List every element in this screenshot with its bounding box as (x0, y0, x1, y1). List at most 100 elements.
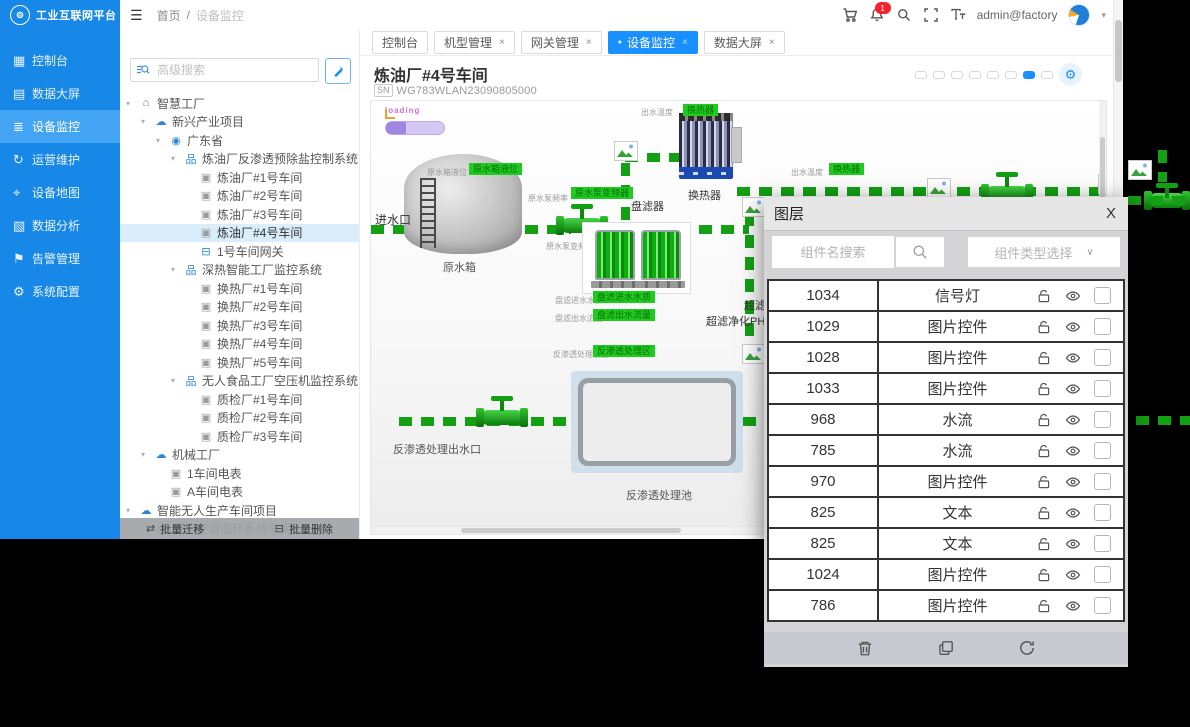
layer-checkbox[interactable] (1094, 566, 1111, 583)
tree-node[interactable]: ▾ ▣ 换热厂#4号车间 (120, 335, 359, 354)
unlock-icon[interactable] (1036, 505, 1052, 521)
tree-node[interactable]: ▾ ▣ 质检厂#3号车间 (120, 427, 359, 446)
tree-node[interactable]: ▾ ☁ 机械工厂 (120, 446, 359, 465)
tree-node[interactable]: ▾ ☁ 新兴产业项目 (120, 113, 359, 132)
tree-node[interactable]: ▾ ☁ 智能无人生产车间项目 (120, 501, 359, 520)
layer-checkbox[interactable] (1094, 535, 1111, 552)
nav-tab[interactable]: 网关管理 × (521, 31, 602, 54)
device-tab-button[interactable] (933, 71, 945, 79)
cart-icon[interactable] (842, 7, 858, 23)
tree-node[interactable]: ▾ ▣ 换热厂#2号车间 (120, 298, 359, 317)
collapse-menu-icon[interactable]: ☰ (130, 7, 143, 24)
nav-tab[interactable]: ● 设备监控 × (608, 31, 698, 54)
layer-checkbox[interactable] (1094, 411, 1111, 428)
tree-node[interactable]: ▾ ▣ 换热厂#5号车间 (120, 353, 359, 372)
sidebar-item[interactable]: ▧ 数据分析 (0, 209, 120, 242)
unlock-icon[interactable] (1036, 598, 1052, 614)
tree-node[interactable]: ▾ ▣ 质检厂#1号车间 (120, 390, 359, 409)
layer-row[interactable]: 1029 图片控件 (769, 312, 1123, 343)
tree-node[interactable]: ▾ 品 深热智能工厂监控系统 (120, 261, 359, 280)
nav-tab[interactable]: 机型管理 × (434, 31, 515, 54)
device-tab-button[interactable] (969, 71, 981, 79)
sidebar-item[interactable]: ⌖ 设备地图 (0, 176, 120, 209)
notification-bell[interactable]: 1 (869, 7, 885, 23)
layer-checkbox[interactable] (1094, 442, 1111, 459)
sidebar-item[interactable]: ⚙ 系统配置 (0, 275, 120, 308)
tree-node[interactable]: ▾ ▣ 1车间电表 (120, 464, 359, 483)
tab-close-icon[interactable]: × (586, 37, 592, 48)
tree-node[interactable]: ▾ ▣ 炼油厂#3号车间 (120, 205, 359, 224)
scada-settings-button[interactable]: ⚙ (1059, 63, 1082, 86)
layer-row[interactable]: 786 图片控件 (769, 591, 1123, 622)
tree-caret-icon[interactable]: ▾ (171, 376, 183, 385)
unlock-icon[interactable] (1036, 567, 1052, 583)
unlock-icon[interactable] (1036, 350, 1052, 366)
layers-panel-header[interactable]: 图层 X (764, 197, 1128, 231)
tree-caret-icon[interactable]: ▾ (171, 154, 183, 163)
eye-icon[interactable] (1065, 381, 1081, 397)
layer-checkbox[interactable] (1094, 318, 1111, 335)
eye-icon[interactable] (1065, 443, 1081, 459)
device-tab-button[interactable] (915, 71, 927, 79)
tree-caret-icon[interactable]: ▾ (141, 117, 153, 126)
user-avatar[interactable] (1068, 4, 1090, 26)
layer-row[interactable]: 1028 图片控件 (769, 343, 1123, 374)
eye-icon[interactable] (1065, 474, 1081, 490)
layer-checkbox[interactable] (1094, 597, 1111, 614)
eye-icon[interactable] (1065, 567, 1081, 583)
tree-node[interactable]: ▾ ▣ 炼油厂#4号车间 (120, 224, 359, 243)
layer-row[interactable]: 825 文本 (769, 529, 1123, 560)
unlock-icon[interactable] (1036, 474, 1052, 490)
layer-row[interactable]: 825 文本 (769, 498, 1123, 529)
layer-checkbox[interactable] (1094, 473, 1111, 490)
tree-caret-icon[interactable]: ▾ (156, 136, 168, 145)
tree-search-input[interactable] (130, 58, 319, 82)
layer-checkbox[interactable] (1094, 504, 1111, 521)
layer-row[interactable]: 785 水流 (769, 436, 1123, 467)
tree-node[interactable]: ▾ ⊟ 1号车间网关 (120, 242, 359, 261)
user-menu-caret-icon[interactable]: ▾ (1101, 10, 1106, 21)
sidebar-item[interactable]: ⚑ 告警管理 (0, 242, 120, 275)
fullscreen-icon[interactable] (923, 7, 939, 23)
unlock-icon[interactable] (1036, 412, 1052, 428)
search-icon[interactable] (896, 7, 912, 23)
device-tab-button[interactable] (951, 71, 963, 79)
sidebar-item[interactable]: ↻ 运营维护 (0, 143, 120, 176)
device-tab-button[interactable] (1005, 71, 1017, 79)
tree-caret-icon[interactable]: ▾ (126, 99, 138, 108)
close-icon[interactable]: X (1106, 205, 1116, 222)
layer-row[interactable]: 970 图片控件 (769, 467, 1123, 498)
layer-row[interactable]: 968 水流 (769, 405, 1123, 436)
batch-migrate-button[interactable]: ⇄ 批量迁移 (146, 521, 204, 537)
copy-icon[interactable] (937, 639, 955, 657)
sidebar-item[interactable]: ≣ 设备监控 (0, 110, 120, 143)
tree-edit-button[interactable] (325, 58, 351, 84)
tree-caret-icon[interactable]: ▾ (126, 506, 138, 515)
nav-tab[interactable]: 数据大屏 × (704, 31, 785, 54)
sidebar-item[interactable]: ▦ 控制台 (0, 44, 120, 77)
unlock-icon[interactable] (1036, 319, 1052, 335)
nav-tab[interactable]: 控制台 (372, 31, 428, 54)
unlock-icon[interactable] (1036, 381, 1052, 397)
tree-node[interactable]: ▾ ▣ 换热厂#1号车间 (120, 279, 359, 298)
tree-node[interactable]: ▾ 品 炼油厂反渗透预除盐控制系统 (120, 150, 359, 169)
component-name-search-input[interactable] (772, 236, 894, 268)
tree-node[interactable]: ▾ 品 无人食品工厂空压机监控系统 (120, 372, 359, 391)
tree-node[interactable]: ▾ ▣ A车间电表 (120, 483, 359, 502)
unlock-icon[interactable] (1036, 443, 1052, 459)
layer-checkbox[interactable] (1094, 349, 1111, 366)
tree-node[interactable]: ▾ ◉ 广东省 (120, 131, 359, 150)
eye-icon[interactable] (1065, 598, 1081, 614)
breadcrumb-home[interactable]: 首页 (157, 7, 181, 24)
trash-icon[interactable] (856, 639, 874, 657)
tree-caret-icon[interactable]: ▾ (171, 265, 183, 274)
tree-node[interactable]: ▾ ▣ 炼油厂#1号车间 (120, 168, 359, 187)
eye-icon[interactable] (1065, 288, 1081, 304)
tab-close-icon[interactable]: × (769, 37, 775, 48)
unlock-icon[interactable] (1036, 536, 1052, 552)
unlock-icon[interactable] (1036, 288, 1052, 304)
tab-close-icon[interactable]: × (499, 37, 505, 48)
batch-delete-button[interactable]: ⊟ 批量删除 (275, 521, 333, 537)
eye-icon[interactable] (1065, 536, 1081, 552)
device-tab-button[interactable] (1041, 71, 1053, 79)
